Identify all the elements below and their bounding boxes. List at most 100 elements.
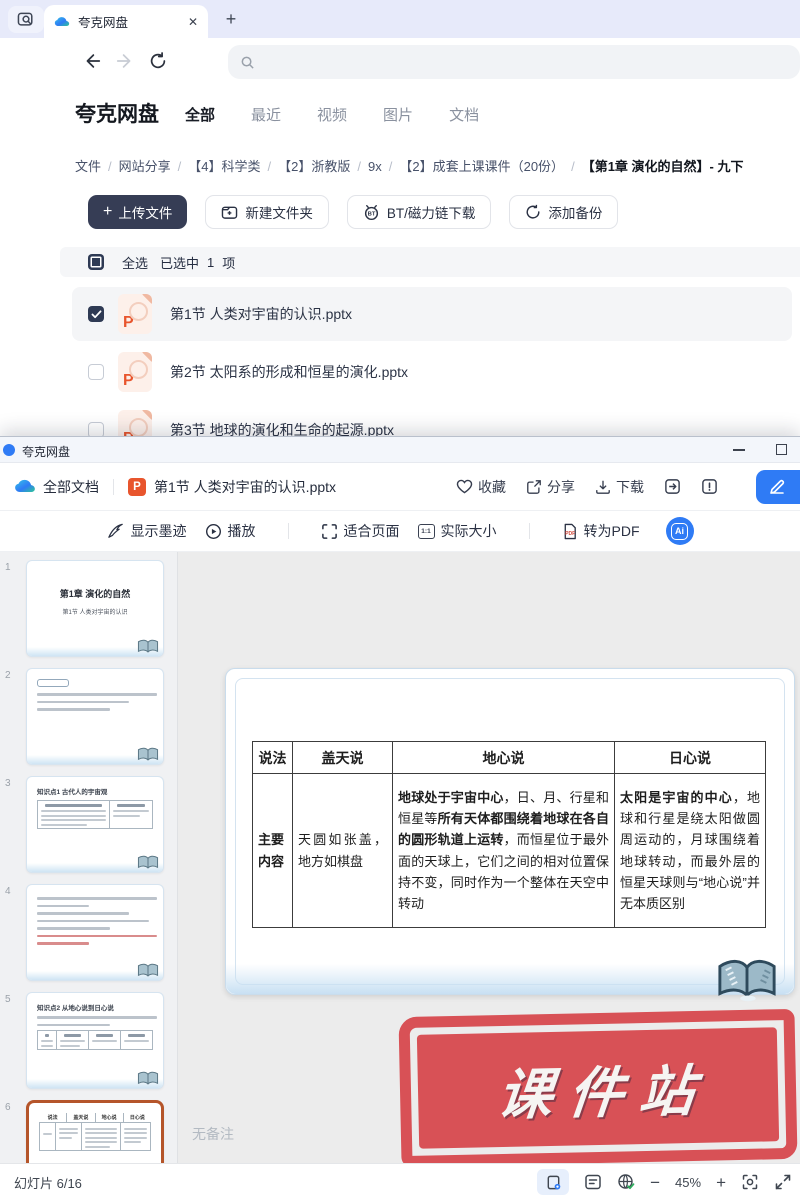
app-logo-icon xyxy=(3,444,15,456)
thumbnail-slide-6-current[interactable]: 说法 盖天说 地心说 日心说 xyxy=(26,1100,164,1163)
save-to-drive-button[interactable] xyxy=(664,478,681,495)
fullscreen-button[interactable] xyxy=(774,1173,792,1191)
zoom-out-button[interactable]: − xyxy=(650,1174,660,1191)
screenshot-button[interactable] xyxy=(741,1173,759,1191)
bt-download-button[interactable]: BT BT/磁力链下载 xyxy=(347,195,492,229)
file-row[interactable]: P 第3节 地球的演化和生命的起源.pptx xyxy=(72,403,792,437)
breadcrumb-item[interactable]: 【4】科学类 xyxy=(188,159,260,174)
file-row[interactable]: P 第2节 太阳系的形成和恒星的演化.pptx xyxy=(72,345,792,399)
actual-size-icon: 1:1 xyxy=(418,524,435,539)
minimize-icon[interactable] xyxy=(733,449,745,451)
upload-button[interactable]: + 上传文件 xyxy=(88,195,187,229)
thumbnail-item[interactable]: 6 说法 盖天说 地心说 日心说 xyxy=(0,1100,177,1163)
thumbnail-item[interactable]: 2 xyxy=(0,668,177,765)
thumbnail-item[interactable]: 1 第1章 演化的自然 第1节 人类对宇宙的认识 xyxy=(0,560,177,657)
breadcrumb-item[interactable]: 网站分享 xyxy=(119,159,171,174)
row-checkbox[interactable] xyxy=(88,422,104,437)
file-name[interactable]: 第2节 太阳系的形成和恒星的演化.pptx xyxy=(170,362,408,382)
file-name[interactable]: 第3节 地球的演化和生命的起源.pptx xyxy=(170,420,394,437)
tab-video[interactable]: 视频 xyxy=(317,104,347,125)
mini-header: 说法 xyxy=(39,1113,67,1122)
ppt-letter: P xyxy=(123,314,134,332)
forward-icon[interactable] xyxy=(115,51,135,71)
new-tab-button[interactable]: + xyxy=(220,8,242,30)
download-button[interactable]: 下载 xyxy=(595,477,644,497)
breadcrumb-item[interactable]: 【2】成套上课课件（20份） xyxy=(399,159,564,174)
show-ink-button[interactable]: 显示墨迹 xyxy=(107,521,187,541)
ppt-letter: P xyxy=(123,430,134,437)
select-all-checkbox[interactable] xyxy=(88,254,104,270)
device-icon xyxy=(545,1174,562,1191)
play-label: 播放 xyxy=(228,521,256,541)
back-icon[interactable] xyxy=(82,51,102,71)
notes-placeholder: 无备注 xyxy=(192,1124,234,1144)
ai-assistant-button[interactable]: Ai xyxy=(666,517,694,545)
breadcrumb-separator: / xyxy=(108,159,112,174)
breadcrumb-item[interactable]: 文件 xyxy=(75,159,101,174)
tab-recent[interactable]: 最近 xyxy=(251,104,281,125)
notes-icon xyxy=(584,1173,602,1191)
thumbnail-slide-2[interactable] xyxy=(26,668,164,765)
tab-doc[interactable]: 文档 xyxy=(449,104,479,125)
row-checkbox-checked[interactable] xyxy=(88,306,104,322)
selected-unit: 项 xyxy=(222,253,235,272)
ai-icon: Ai xyxy=(671,523,688,540)
upload-label: 上传文件 xyxy=(118,202,172,222)
breadcrumb-separator: / xyxy=(178,159,182,174)
new-folder-button[interactable]: 新建文件夹 xyxy=(205,195,329,229)
table-header: 日心说 xyxy=(615,742,766,774)
selection-bar: 全选 已选中 1 项 xyxy=(60,247,800,277)
actual-size-button[interactable]: 1:1 实际大小 xyxy=(418,521,497,541)
plus-icon: + xyxy=(103,203,112,221)
file-row[interactable]: P 第1节 人类对宇宙的认识.pptx xyxy=(72,287,792,341)
tab-image[interactable]: 图片 xyxy=(383,104,413,125)
row-checkbox[interactable] xyxy=(88,364,104,380)
presentation-toggle-active[interactable] xyxy=(537,1169,569,1195)
fit-page-button[interactable]: 适合页面 xyxy=(321,521,400,541)
play-icon xyxy=(205,523,222,540)
select-all-label[interactable]: 全选 xyxy=(122,253,148,272)
search-input[interactable] xyxy=(228,45,800,79)
share-icon xyxy=(526,479,542,495)
share-button[interactable]: 分享 xyxy=(526,477,575,497)
slide-thumbnail-panel[interactable]: 1 第1章 演化的自然 第1节 人类对宇宙的认识 2 xyxy=(0,552,178,1163)
thumbnail-slide-5[interactable]: 知识点2 从地心说到日心说 xyxy=(26,992,164,1089)
preview-window: 夸克网盘 全部文档 P 第1节 人类对宇宙的认识.pptx 收藏 分享 下载 xyxy=(0,437,800,1200)
table-header: 说法 xyxy=(253,742,293,774)
browser-tab[interactable]: 夸克网盘 ✕ xyxy=(44,5,208,38)
thumbnail-slide-4[interactable] xyxy=(26,884,164,981)
maximize-icon[interactable] xyxy=(776,444,787,455)
breadcrumb-separator: / xyxy=(268,159,272,174)
notes-panel-button[interactable] xyxy=(584,1173,602,1191)
thumbnail-item[interactable]: 5 知识点2 从地心说到日心说 xyxy=(0,992,177,1089)
page-title: 夸克网盘 xyxy=(75,98,159,128)
translate-button[interactable] xyxy=(617,1173,635,1191)
folder-plus-icon xyxy=(221,205,238,220)
play-button[interactable]: 播放 xyxy=(205,521,256,541)
thumbnail-item[interactable]: 4 xyxy=(0,884,177,981)
edit-button[interactable] xyxy=(756,470,800,504)
viewer-title-bar[interactable]: 夸克网盘 xyxy=(0,437,800,463)
to-pdf-button[interactable]: PDF 转为PDF xyxy=(562,521,640,541)
all-docs-button[interactable]: 全部文档 xyxy=(43,477,99,497)
divider xyxy=(113,479,114,495)
tab-all[interactable]: 全部 xyxy=(185,104,215,125)
refresh-icon[interactable] xyxy=(148,51,168,71)
tab-close-icon[interactable]: ✕ xyxy=(188,15,198,29)
breadcrumb-item[interactable]: 【2】浙教版 xyxy=(278,159,350,174)
zoom-in-button[interactable]: + xyxy=(716,1174,726,1191)
quark-cloud-icon xyxy=(14,479,36,494)
thumbnail-slide-3[interactable]: 知识点1 古代人的宇宙观 xyxy=(26,776,164,873)
breadcrumb-item[interactable]: 9x xyxy=(368,159,382,174)
favorite-button[interactable]: 收藏 xyxy=(456,477,506,497)
tab-title: 夸克网盘 xyxy=(78,12,188,31)
bt-download-label: BT/磁力链下载 xyxy=(387,202,476,222)
file-name[interactable]: 第1节 人类对宇宙的认识.pptx xyxy=(170,304,352,324)
feedback-button[interactable] xyxy=(701,478,718,495)
add-backup-button[interactable]: 添加备份 xyxy=(509,195,618,229)
thumbnail-slide-1[interactable]: 第1章 演化的自然 第1节 人类对宇宙的认识 xyxy=(26,560,164,657)
tab-search-button[interactable] xyxy=(8,6,44,33)
thumbnail-item[interactable]: 3 知识点1 古代人的宇宙观 xyxy=(0,776,177,873)
svg-text:PDF: PDF xyxy=(565,531,575,537)
divider xyxy=(288,523,289,539)
